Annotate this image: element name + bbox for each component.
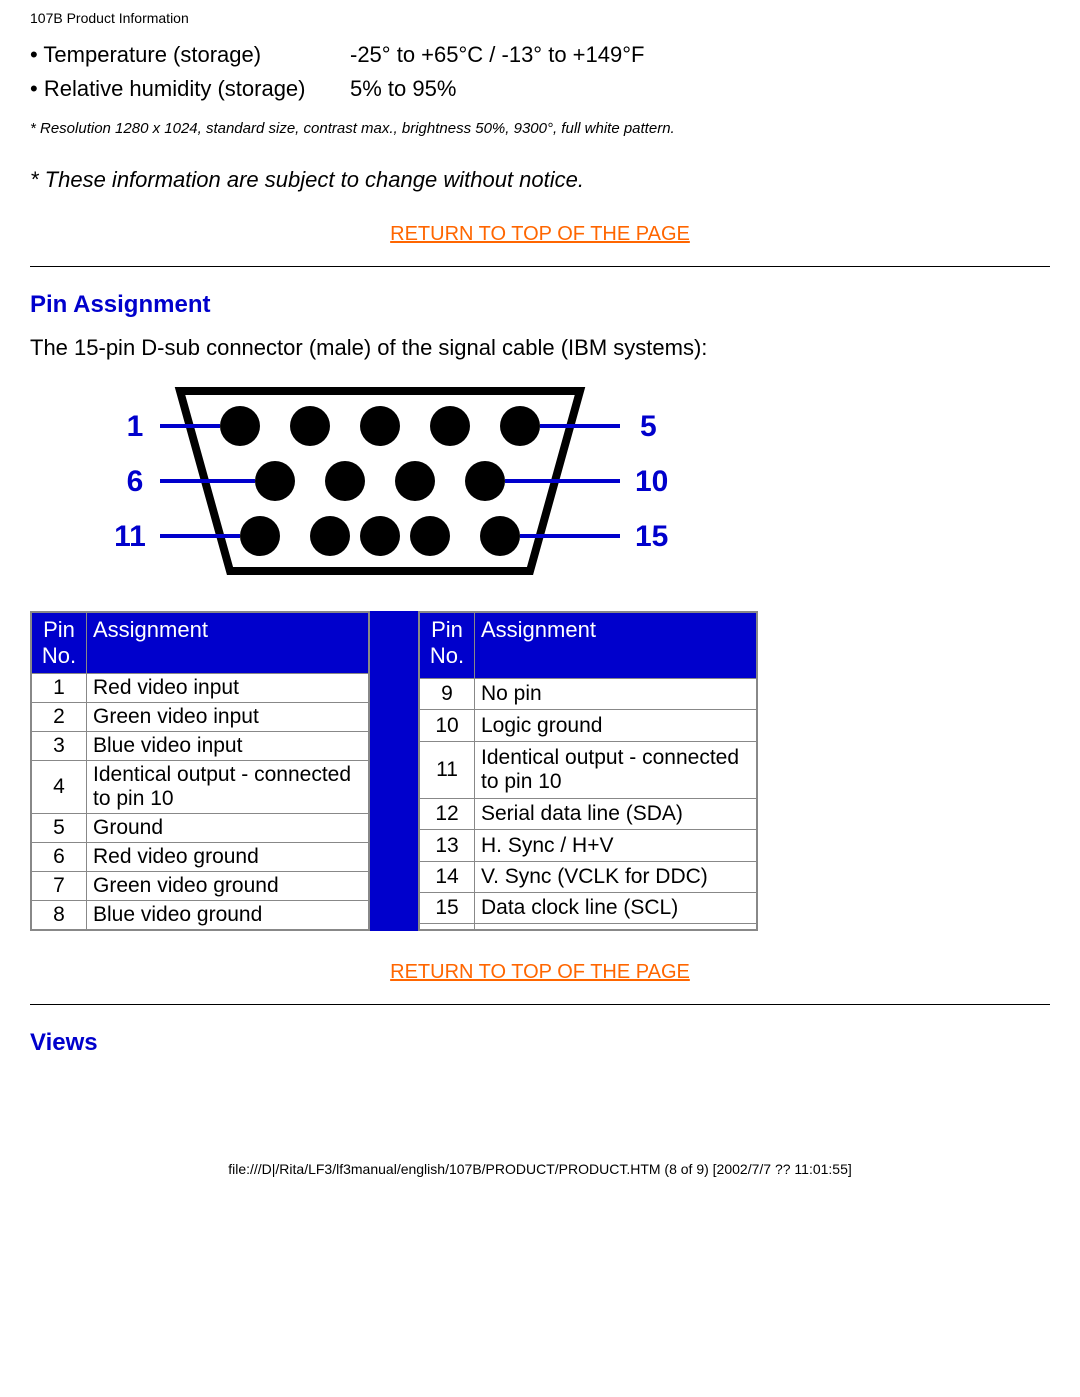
- pin-assign-cell: Logic ground: [475, 710, 758, 741]
- table-row: 8Blue video ground: [31, 901, 369, 931]
- pin-assign-cell: Blue video ground: [87, 901, 370, 931]
- pin-assign-cell: Data clock line (SCL): [475, 893, 758, 924]
- pin-no-cell: 10: [419, 710, 475, 741]
- pin-table-left: Pin No. Assignment 1Red video input2Gree…: [30, 611, 370, 931]
- footer-path: file:///D|/Rita/LF3/lf3manual/english/10…: [0, 1131, 1080, 1187]
- svg-text:5: 5: [640, 410, 657, 443]
- pin-assign-cell: Red video input: [87, 674, 370, 703]
- svg-text:1: 1: [127, 410, 144, 443]
- pin-assign-cell: Green video input: [87, 703, 370, 732]
- table-row: 9No pin: [419, 679, 757, 710]
- pin-assign-cell: [475, 924, 758, 930]
- pin-assign-cell: No pin: [475, 679, 758, 710]
- pin-no-cell: [419, 924, 475, 930]
- pin-intro: The 15-pin D-sub connector (male) of the…: [30, 335, 1050, 361]
- change-notice: * These information are subject to chang…: [30, 167, 1050, 193]
- table-gap: [370, 611, 418, 931]
- pin-no-cell: 6: [31, 843, 87, 872]
- col-assignment: Assignment: [475, 612, 758, 679]
- page-header: 107B Product Information: [30, 10, 1050, 26]
- pin-no-cell: 7: [31, 872, 87, 901]
- pin-assign-cell: Identical output - connected to pin 10: [87, 761, 370, 814]
- table-row: 11Identical output - connected to pin 10: [419, 741, 757, 798]
- pin-assign-cell: Green video ground: [87, 872, 370, 901]
- table-row: 7Green video ground: [31, 872, 369, 901]
- pin-assign-cell: Blue video input: [87, 732, 370, 761]
- svg-text:15: 15: [635, 520, 668, 553]
- svg-text:11: 11: [114, 520, 146, 553]
- pin-no-cell: 14: [419, 861, 475, 892]
- spec-label: • Relative humidity (storage): [30, 76, 350, 102]
- pin-no-cell: 11: [419, 741, 475, 798]
- pin-assign-cell: Identical output - connected to pin 10: [475, 741, 758, 798]
- spec-value: 5% to 95%: [350, 76, 1050, 102]
- table-row: 12Serial data line (SDA): [419, 799, 757, 830]
- pin-assign-cell: Serial data line (SDA): [475, 799, 758, 830]
- table-row: [419, 924, 757, 930]
- pin-assign-cell: Ground: [87, 814, 370, 843]
- section-heading-pin: Pin Assignment: [30, 291, 1050, 319]
- table-row: 15Data clock line (SCL): [419, 893, 757, 924]
- col-pin-no: Pin No.: [419, 612, 475, 679]
- table-row: 2Green video input: [31, 703, 369, 732]
- pin-no-cell: 5: [31, 814, 87, 843]
- table-row: 1Red video input: [31, 674, 369, 703]
- svg-text:10: 10: [635, 465, 668, 498]
- pin-assign-cell: Red video ground: [87, 843, 370, 872]
- pin-no-cell: 15: [419, 893, 475, 924]
- pin-assign-cell: V. Sync (VCLK for DDC): [475, 861, 758, 892]
- pin-no-cell: 3: [31, 732, 87, 761]
- divider: [30, 266, 1050, 267]
- svg-text:6: 6: [127, 465, 144, 498]
- pin-no-cell: 13: [419, 830, 475, 861]
- pin-table-right: Pin No. Assignment 9No pin10Logic ground…: [418, 611, 758, 931]
- divider: [30, 1004, 1050, 1005]
- footnote: * Resolution 1280 x 1024, standard size,…: [30, 120, 1050, 137]
- table-row: 13H. Sync / H+V: [419, 830, 757, 861]
- dsub-connector-diagram: 1 6 11 5 10 15: [60, 371, 680, 591]
- section-heading-views: Views: [30, 1029, 1050, 1057]
- pin-assign-cell: H. Sync / H+V: [475, 830, 758, 861]
- pin-no-cell: 4: [31, 761, 87, 814]
- return-top-link[interactable]: RETURN TO TOP OF THE PAGE: [30, 961, 1050, 984]
- return-top-link[interactable]: RETURN TO TOP OF THE PAGE: [30, 223, 1050, 246]
- table-row: 14V. Sync (VCLK for DDC): [419, 861, 757, 892]
- spec-label: • Temperature (storage): [30, 42, 350, 68]
- pin-no-cell: 2: [31, 703, 87, 732]
- table-row: 10Logic ground: [419, 710, 757, 741]
- spec-value: -25° to +65°C / -13° to +149°F: [350, 42, 1050, 68]
- spec-row: • Relative humidity (storage) 5% to 95%: [30, 76, 1050, 102]
- table-row: 6Red video ground: [31, 843, 369, 872]
- pin-tables: Pin No. Assignment 1Red video input2Gree…: [30, 611, 1050, 931]
- pin-no-cell: 12: [419, 799, 475, 830]
- col-assignment: Assignment: [87, 612, 370, 674]
- table-row: 3Blue video input: [31, 732, 369, 761]
- spec-row: • Temperature (storage) -25° to +65°C / …: [30, 42, 1050, 68]
- pin-no-cell: 9: [419, 679, 475, 710]
- table-row: 4Identical output - connected to pin 10: [31, 761, 369, 814]
- pin-no-cell: 1: [31, 674, 87, 703]
- table-row: 5Ground: [31, 814, 369, 843]
- col-pin-no: Pin No.: [31, 612, 87, 674]
- pin-no-cell: 8: [31, 901, 87, 931]
